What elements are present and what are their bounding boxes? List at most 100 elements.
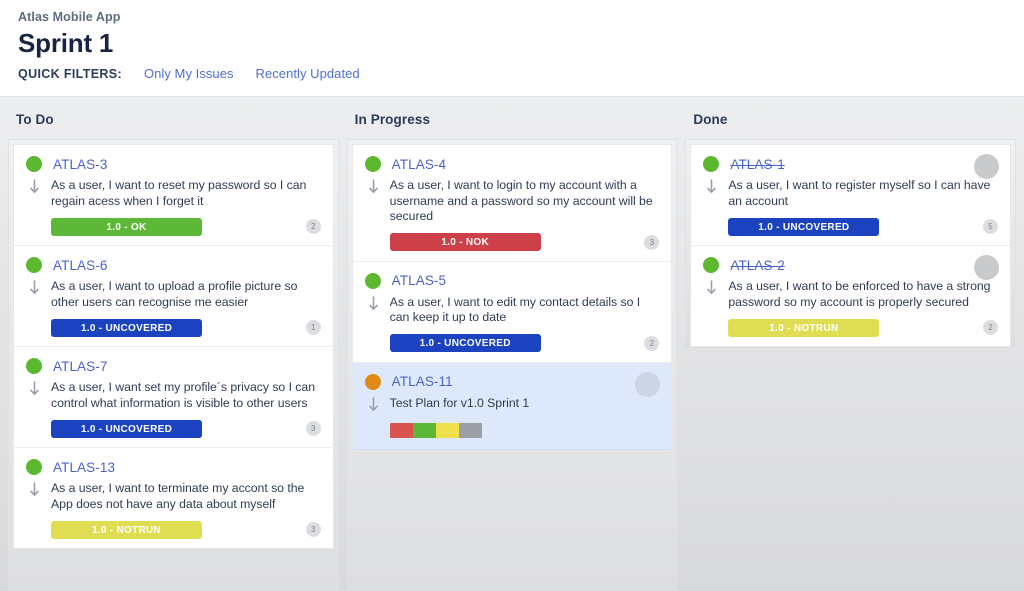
test-status-segment [412, 422, 436, 438]
card-list: ATLAS-3 As a user, I want to reset my pas… [13, 144, 334, 549]
issue-key-link[interactable]: ATLAS-6 [53, 258, 107, 273]
issue-card[interactable]: ATLAS-2 As a user, I want to be enforced … [691, 246, 1011, 346]
subtask-count-badge: 2 [983, 320, 999, 335]
story-type-icon [364, 156, 381, 172]
story-type-icon [26, 156, 42, 172]
column-dropzone[interactable]: ATLAS-3 As a user, I want to reset my pas… [8, 139, 339, 591]
test-status-bar[interactable] [389, 422, 482, 438]
project-name: Atlas Mobile App [18, 10, 121, 24]
card-footer: 1.0 - UNCOVERED 3 [26, 419, 321, 438]
card-body: As a user, I want to be enforced to have… [703, 279, 998, 310]
quick-filter-only-my-issues[interactable]: Only My Issues [144, 66, 234, 81]
avatar[interactable] [974, 255, 1000, 280]
arrow-down-icon [367, 396, 380, 413]
board-screen: Atlas Mobile App Sprint 1 QUICK FILTERS:… [0, 0, 1024, 591]
card-header: ATLAS-6 [26, 257, 321, 273]
issue-summary: As a user, I want to edit my contact det… [389, 294, 641, 325]
test-status-segment [435, 422, 459, 438]
card-footer: 1.0 - UNCOVERED 1 [26, 318, 321, 337]
card-footer: 1.0 - UNCOVERED 2 [365, 334, 660, 353]
status-badge[interactable]: 1.0 - NOTRUN [728, 318, 880, 337]
card-footer [365, 421, 660, 440]
board-column: To Do ATLAS-3 As a user, I want to reset m… [8, 97, 339, 591]
arrow-down-icon [705, 280, 718, 296]
issue-card[interactable]: ATLAS-5 As a user, I want to edit my cont… [352, 261, 672, 363]
story-type-icon [26, 257, 42, 273]
issue-summary: As a user, I want to login to my account… [389, 178, 653, 223]
issue-card[interactable]: ATLAS-11 Test Plan for v1.0 Sprint 1 [352, 362, 672, 450]
quick-filters-bar: QUICK FILTERS: Only My Issues Recently U… [18, 66, 1024, 81]
card-header: ATLAS-5 [364, 272, 660, 289]
subtask-count-badge: 3 [644, 234, 660, 250]
card-list: ATLAS-1 As a user, I want to register mys… [690, 144, 1012, 347]
kanban-board: To Do ATLAS-3 As a user, I want to reset m… [0, 97, 1024, 591]
status-badge[interactable]: 1.0 - UNCOVERED [51, 419, 202, 438]
card-footer: 1.0 - OK 2 [26, 217, 321, 236]
test-status-segment [458, 422, 482, 438]
column-title: In Progress [354, 112, 431, 127]
story-type-icon [26, 459, 42, 475]
issue-key-link[interactable]: ATLAS-5 [392, 273, 446, 288]
card-body: As a user, I want to register myself so … [703, 178, 998, 209]
story-type-icon [703, 156, 720, 172]
status-badge[interactable]: 1.0 - UNCOVERED [389, 334, 541, 352]
arrow-down-icon [28, 381, 41, 397]
card-body: As a user, I want set my profile´s priva… [26, 380, 321, 411]
story-type-icon [26, 358, 42, 374]
issue-card[interactable]: ATLAS-6 As a user, I want to upload a pro… [14, 246, 333, 347]
card-body: As a user, I want to login to my account… [365, 178, 660, 225]
issue-key-link[interactable]: ATLAS-3 [53, 157, 107, 172]
avatar[interactable] [635, 371, 661, 397]
issue-key-link[interactable]: ATLAS-4 [392, 157, 446, 172]
arrow-down-icon [367, 295, 380, 312]
issue-summary: As a user, I want to register myself so … [728, 178, 991, 208]
card-body: Test Plan for v1.0 Sprint 1 [365, 396, 660, 413]
status-badge[interactable]: 1.0 - NOTRUN [51, 520, 202, 539]
column-title: To Do [16, 112, 54, 127]
card-body: As a user, I want to upload a profile pi… [26, 279, 321, 310]
subtask-count-badge: 3 [305, 522, 321, 537]
card-header: ATLAS-13 [26, 459, 321, 475]
issue-key-link[interactable]: ATLAS-1 [730, 157, 784, 172]
issue-key-link[interactable]: ATLAS-2 [730, 258, 784, 273]
issue-card[interactable]: ATLAS-13 As a user, I want to terminate m… [14, 448, 333, 548]
board-column: Done ATLAS-1 As a user, I want to register… [685, 97, 1017, 591]
column-dropzone[interactable]: ATLAS-4 As a user, I want to login to my … [346, 139, 678, 591]
column-title: Done [693, 112, 728, 127]
card-header: ATLAS-4 [364, 156, 660, 172]
issue-key-link[interactable]: ATLAS-11 [392, 374, 453, 389]
issue-key-link[interactable]: ATLAS-13 [53, 460, 115, 475]
subtask-count-badge: 2 [305, 219, 321, 234]
status-badge[interactable]: 1.0 - UNCOVERED [728, 217, 880, 236]
arrow-down-icon [28, 179, 41, 195]
quick-filters-label: QUICK FILTERS: [18, 67, 122, 81]
column-dropzone[interactable]: ATLAS-1 As a user, I want to register mys… [685, 139, 1017, 348]
subtask-count-badge: 1 [305, 320, 321, 335]
issue-card[interactable]: ATLAS-1 As a user, I want to register mys… [691, 145, 1011, 246]
card-footer: 1.0 - UNCOVERED 5 [703, 217, 999, 236]
arrow-down-icon [28, 280, 41, 296]
arrow-down-icon [367, 179, 380, 195]
quick-filter-recently-updated[interactable]: Recently Updated [256, 66, 360, 81]
card-body: As a user, I want to edit my contact det… [365, 295, 660, 326]
card-footer: 1.0 - NOK 3 [365, 233, 660, 252]
issue-card[interactable]: ATLAS-7 As a user, I want set my profile´… [14, 347, 333, 448]
issue-summary: As a user, I want set my profile´s priva… [51, 380, 315, 410]
page-title: Sprint 1 [18, 28, 114, 58]
status-badge[interactable]: 1.0 - UNCOVERED [51, 318, 202, 337]
board-header: Atlas Mobile App Sprint 1 QUICK FILTERS:… [0, 0, 1024, 97]
status-badge[interactable]: 1.0 - NOK [389, 233, 541, 251]
card-body: As a user, I want to terminate my accont… [26, 481, 321, 512]
issue-card[interactable]: ATLAS-4 As a user, I want to login to my … [352, 145, 672, 262]
arrow-down-icon [28, 482, 41, 498]
issue-summary: As a user, I want to upload a profile pi… [51, 279, 298, 309]
card-list: ATLAS-4 As a user, I want to login to my … [351, 144, 673, 451]
story-type-icon [703, 257, 720, 273]
issue-key-link[interactable]: ATLAS-7 [53, 359, 107, 374]
issue-card[interactable]: ATLAS-3 As a user, I want to reset my pas… [14, 145, 333, 246]
avatar[interactable] [974, 154, 1000, 179]
card-header: ATLAS-1 [703, 156, 998, 172]
test-status-segment [389, 422, 413, 438]
card-body: As a user, I want to reset my password s… [26, 178, 321, 209]
status-badge[interactable]: 1.0 - OK [51, 217, 202, 236]
